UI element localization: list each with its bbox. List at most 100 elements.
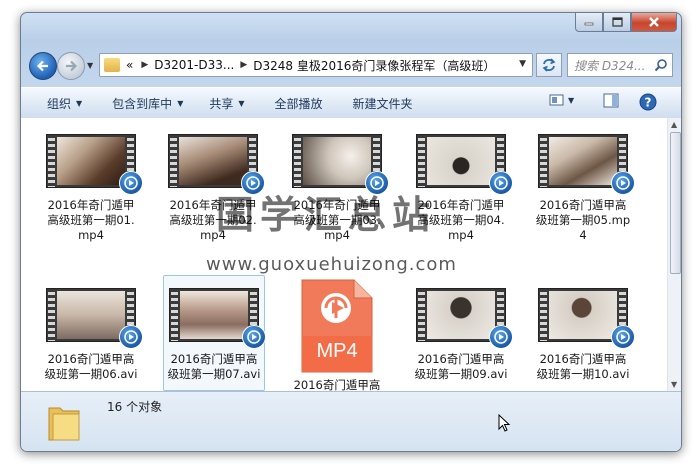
chevron-right-icon[interactable]: ▶ bbox=[240, 60, 247, 70]
file-name: 2016奇门遁甲高级班第一期07.avi bbox=[167, 352, 261, 381]
include-in-library-label: 包含到库中 bbox=[112, 96, 173, 111]
file-name: 2016奇门遁甲高级班第一期05.mp4 bbox=[535, 198, 631, 242]
refresh-button[interactable] bbox=[536, 53, 562, 77]
address-overflow[interactable]: « bbox=[126, 58, 133, 72]
file-item-video[interactable]: 2016奇门遁甲高级班第一期05.mp4 bbox=[533, 134, 635, 243]
video-frame bbox=[57, 137, 125, 185]
refresh-icon bbox=[542, 58, 556, 72]
video-thumbnail bbox=[169, 288, 266, 349]
include-in-library-menu[interactable]: 包含到库中 ▼ bbox=[112, 95, 183, 112]
breadcrumb-parent[interactable]: D3201-D33... bbox=[154, 58, 234, 72]
change-view-button[interactable]: ▼ bbox=[549, 93, 574, 107]
video-thumbnail bbox=[292, 134, 389, 195]
organize-label: 组织 bbox=[47, 96, 72, 111]
film-strip-edge bbox=[418, 289, 425, 341]
video-frame bbox=[549, 291, 617, 339]
file-name: 2016奇门遁甲高级班第一期10.avi bbox=[536, 352, 630, 381]
forward-arrow-icon bbox=[66, 60, 78, 72]
minimize-icon bbox=[584, 22, 594, 26]
film-strip-edge bbox=[540, 289, 547, 341]
media-player-icon bbox=[494, 176, 508, 190]
file-item-video[interactable]: 2016奇门遁甲高级班第一期07.avi bbox=[163, 275, 266, 391]
search-icon[interactable] bbox=[654, 58, 668, 72]
play-all-button[interactable]: 全部播放 bbox=[275, 95, 323, 112]
video-thumbnail bbox=[416, 134, 513, 195]
folder-icon bbox=[104, 58, 120, 72]
video-frame bbox=[180, 291, 248, 339]
video-thumbnail bbox=[46, 288, 143, 349]
video-frame bbox=[303, 137, 371, 185]
share-menu[interactable]: 共享 ▼ bbox=[209, 95, 244, 112]
chevron-down-icon: ▼ bbox=[76, 98, 83, 108]
file-item-video[interactable]: 2016奇门遁甲高级班第一期06.avi bbox=[41, 288, 143, 382]
forward-button[interactable] bbox=[57, 52, 85, 80]
svg-text:?: ? bbox=[645, 96, 652, 110]
media-player-badge bbox=[489, 325, 513, 349]
media-player-badge bbox=[119, 325, 143, 349]
film-strip-edge bbox=[171, 289, 178, 341]
video-thumbnail bbox=[168, 134, 265, 195]
film-strip-edge bbox=[48, 289, 55, 341]
media-player-icon bbox=[616, 176, 630, 190]
breadcrumb-current[interactable]: D3248 皇极2016奇门录像张程军（高级班） bbox=[253, 57, 495, 74]
back-forward-group: ▼ bbox=[29, 52, 95, 80]
back-button[interactable] bbox=[29, 52, 57, 80]
search-input[interactable]: 搜索 D324... bbox=[567, 53, 673, 77]
search-placeholder: 搜索 D324... bbox=[574, 58, 646, 73]
media-player-badge bbox=[489, 171, 513, 195]
film-strip-edge bbox=[48, 135, 55, 187]
new-folder-button[interactable]: 新建文件夹 bbox=[353, 95, 413, 112]
maximize-icon bbox=[611, 17, 623, 27]
media-player-badge bbox=[611, 171, 635, 195]
mp4-file-icon: MP4 bbox=[300, 278, 374, 374]
close-button[interactable] bbox=[631, 13, 677, 32]
share-label: 共享 bbox=[209, 96, 234, 111]
scroll-up-icon[interactable]: ▲ bbox=[671, 120, 677, 129]
watermark-url: www.guoxuehuizong.com bbox=[206, 254, 457, 275]
recent-pages-dropdown[interactable]: ▼ bbox=[87, 61, 93, 70]
navigation-bar: ▼ « ▶ D3201-D33... ▶ D3248 皇极2016奇门录像张程军… bbox=[21, 50, 681, 82]
back-arrow-icon bbox=[36, 60, 48, 72]
preview-pane-button[interactable] bbox=[603, 93, 619, 109]
file-item-video[interactable]: 2016年奇门遁甲高级班第一期01.mp4 bbox=[41, 134, 143, 243]
maximize-button[interactable] bbox=[603, 13, 631, 32]
address-dropdown-icon[interactable]: ▼ bbox=[519, 59, 526, 69]
video-frame bbox=[179, 137, 247, 185]
preview-pane-icon bbox=[603, 93, 619, 108]
address-bar[interactable]: « ▶ D3201-D33... ▶ D3248 皇极2016奇门录像张程军（高… bbox=[99, 53, 533, 77]
minimize-button[interactable] bbox=[575, 13, 603, 32]
film-strip-edge bbox=[418, 135, 425, 187]
mouse-cursor-icon bbox=[498, 414, 511, 432]
file-item-mp4[interactable]: MP4 2016奇门遁甲高级班第一期08.mp4 bbox=[287, 279, 387, 391]
vertical-scrollbar[interactable]: ▲ ▼ bbox=[667, 118, 681, 391]
file-name: 2016奇门遁甲高级班第一期06.avi bbox=[44, 352, 138, 381]
help-icon: ? bbox=[639, 93, 657, 111]
close-icon bbox=[649, 17, 659, 27]
file-item-video[interactable]: 2016奇门遁甲高级班第一期10.avi bbox=[533, 288, 635, 382]
command-bar: 组织 ▼ 包含到库中 ▼ 共享 ▼ 全部播放 新建文件夹 ▼ ? bbox=[21, 87, 681, 119]
video-frame bbox=[549, 137, 617, 185]
view-icon bbox=[549, 94, 564, 106]
video-thumbnail bbox=[538, 288, 635, 349]
film-strip-edge bbox=[294, 135, 301, 187]
video-thumbnail bbox=[46, 134, 143, 195]
video-frame bbox=[57, 291, 125, 339]
media-player-icon bbox=[247, 330, 261, 344]
file-name: 2016奇门遁甲高级班第一期08.mp4 bbox=[293, 378, 381, 391]
file-name: 2016奇门遁甲高级班第一期09.avi bbox=[414, 352, 508, 381]
help-button[interactable]: ? bbox=[639, 93, 657, 111]
media-player-icon bbox=[494, 330, 508, 344]
watermark-title: 国学汇总站 bbox=[216, 193, 437, 237]
file-item-video[interactable]: 2016奇门遁甲高级班第一期09.avi bbox=[411, 288, 513, 382]
organize-menu[interactable]: 组织 ▼ bbox=[47, 95, 82, 112]
chevron-down-icon: ▼ bbox=[238, 98, 245, 108]
media-player-badge bbox=[119, 171, 143, 195]
file-name: 2016年奇门遁甲高级班第一期01.mp4 bbox=[47, 198, 135, 242]
media-player-badge bbox=[242, 325, 266, 349]
folder-icon bbox=[48, 407, 80, 441]
chevron-down-icon: ▼ bbox=[568, 95, 575, 105]
scrollbar-thumb[interactable] bbox=[670, 132, 681, 274]
chevron-down-icon: ▼ bbox=[177, 98, 184, 108]
caption-buttons bbox=[575, 13, 677, 33]
scroll-down-icon[interactable]: ▼ bbox=[671, 380, 677, 389]
